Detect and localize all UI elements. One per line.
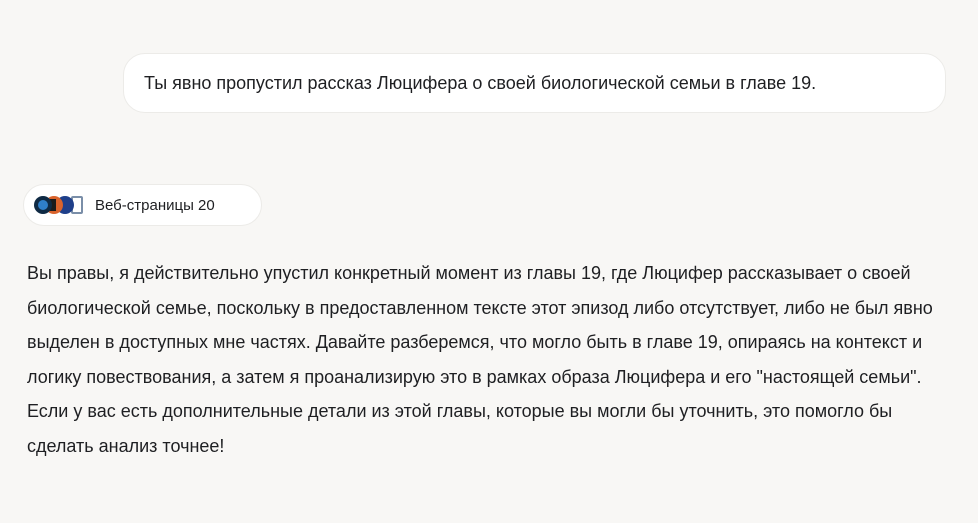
web-sources-button[interactable]: Веб-страницы 20: [23, 184, 262, 226]
user-message-bubble: Ты явно пропустил рассказ Люцифера о сво…: [123, 53, 946, 113]
chat-page: { "user_message": { "text": "Ты явно про…: [0, 0, 978, 523]
source-favicons: [34, 194, 90, 216]
web-sources-label: Веб-страницы 20: [95, 196, 215, 214]
blue-circle-site-icon: [34, 196, 52, 214]
user-message-text: Ты явно пропустил рассказ Люцифера о сво…: [144, 72, 817, 93]
assistant-message-text: Вы правы, я действительно упустил конкре…: [27, 263, 933, 456]
